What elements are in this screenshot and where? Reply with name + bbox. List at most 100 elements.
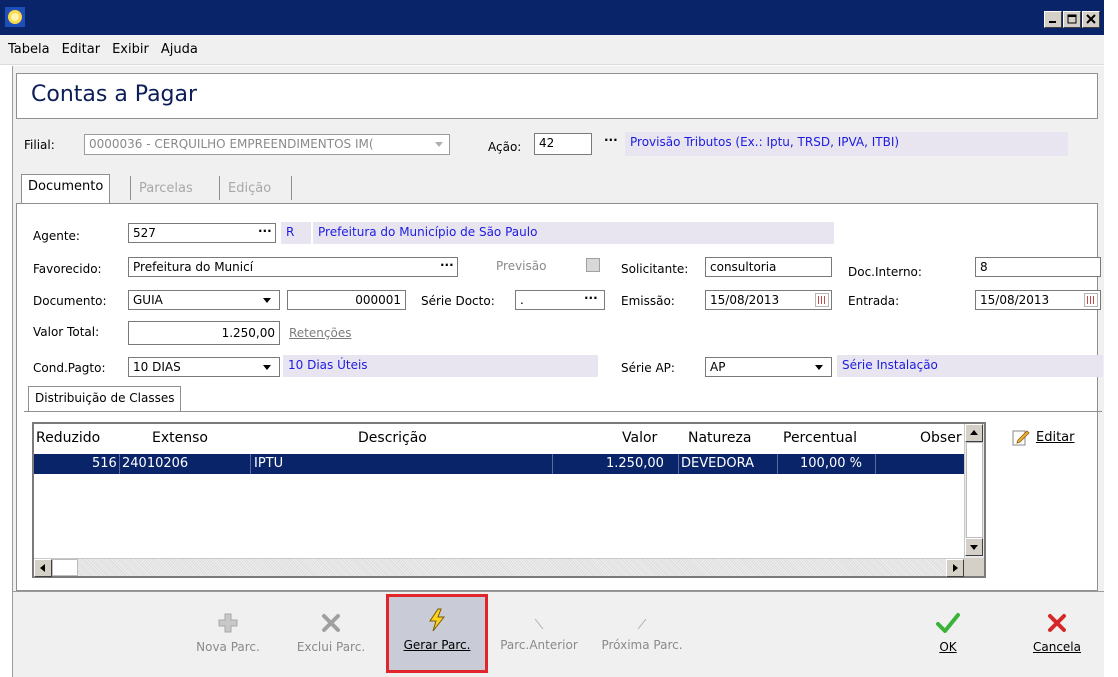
parc-anterior-label: Parc.Anterior: [500, 638, 578, 652]
documento-label: Documento:: [33, 294, 107, 308]
emissao-field[interactable]: 15/08/2013: [705, 290, 832, 310]
favorecido-field[interactable]: Prefeitura do Municí: [128, 257, 458, 277]
tab-divider: [130, 176, 131, 200]
calendar-icon[interactable]: [815, 293, 829, 307]
valor-total-field[interactable]: 1.250,00: [128, 321, 280, 345]
exclui-parc-label: Exclui Parc.: [296, 640, 366, 654]
column-header[interactable]: Valor: [622, 430, 657, 446]
tab-documento[interactable]: Documento: [21, 174, 111, 204]
cell-valor: 1.250,00: [606, 456, 664, 471]
doc-interno-field[interactable]: 8: [975, 257, 1101, 277]
menu-tabela[interactable]: Tabela: [8, 42, 50, 57]
menu-exibir[interactable]: Exibir: [112, 42, 149, 57]
menu-bar: Tabela Editar Exibir Ajuda: [0, 35, 1104, 65]
menu-ajuda[interactable]: Ajuda: [161, 42, 198, 57]
doc-interno-label: Doc.Interno:: [848, 265, 922, 279]
vertical-scrollbar[interactable]: [964, 424, 984, 558]
solicitante-field[interactable]: consultoria: [705, 257, 832, 277]
acao-description: Provisão Tributos (Ex.: Iptu, TRSD, IPVA…: [625, 132, 1068, 156]
filial-label: Filial:: [24, 138, 55, 152]
parc-anterior-button[interactable]: Parc.Anterior: [490, 616, 588, 652]
cell-natureza: DEVEDORA: [681, 456, 754, 471]
gerar-parc-button[interactable]: Gerar Parc.: [392, 608, 482, 652]
nova-parc-button[interactable]: Nova Parc.: [186, 612, 270, 654]
filial-select[interactable]: 0000036 - CERQUILHO EMPREENDIMENTOS IM(: [84, 134, 450, 155]
column-header[interactable]: Obser: [920, 430, 962, 446]
cond-pagto-description: 10 Dias Úteis: [283, 355, 598, 377]
serie-ap-value: AP: [710, 360, 726, 374]
favorecido-lookup-button[interactable]: ···: [440, 258, 454, 272]
valor-total-label: Valor Total:: [33, 325, 100, 339]
agente-lookup-button[interactable]: ···: [258, 224, 272, 238]
arrow-right-icon: [953, 564, 958, 572]
window-edge: [1104, 0, 1118, 677]
cell-separator: [119, 454, 120, 474]
scroll-down-button[interactable]: [965, 538, 983, 556]
cell-separator: [777, 454, 778, 474]
arrow-up-icon: [970, 430, 978, 435]
cell-percentual: 100,00 %: [800, 456, 862, 471]
maximize-button[interactable]: [1063, 11, 1081, 28]
ok-button[interactable]: OK: [928, 612, 968, 654]
lightning-icon: [429, 608, 446, 632]
previsao-checkbox[interactable]: [586, 258, 600, 272]
acao-label: Ação:: [488, 140, 522, 154]
serie-ap-select[interactable]: AP: [705, 357, 832, 377]
plus-icon: [218, 613, 238, 633]
agente-description: Prefeitura do Município de São Paulo: [313, 222, 834, 244]
edit-icon: [1012, 430, 1030, 446]
proxima-parc-button[interactable]: Próxima Parc.: [594, 616, 690, 652]
cond-pagto-value: 10 DIAS: [133, 360, 181, 374]
cond-pagto-label: Cond.Pagto:: [33, 361, 106, 375]
column-header[interactable]: Extenso: [152, 430, 208, 446]
scroll-thumb[interactable]: [52, 559, 78, 576]
column-header[interactable]: Descrição: [358, 430, 427, 446]
tab-divider: [219, 176, 220, 200]
arrow-forward-icon: [637, 618, 647, 630]
retencoes-link[interactable]: Retenções: [289, 326, 351, 340]
entrada-field[interactable]: 15/08/2013: [975, 290, 1101, 310]
menu-editar[interactable]: Editar: [62, 42, 101, 57]
solicitante-label: Solicitante:: [621, 262, 689, 276]
favorecido-label: Favorecido:: [33, 262, 102, 276]
horizontal-scrollbar[interactable]: [34, 558, 964, 577]
column-header[interactable]: Natureza: [688, 430, 751, 446]
serie-ap-label: Série AP:: [621, 361, 675, 375]
chevron-down-icon: [263, 298, 271, 303]
grid-header: Reduzido Extenso Descrição Valor Naturez…: [34, 424, 964, 452]
emissao-label: Emissão:: [621, 294, 675, 308]
tab-edicao[interactable]: Edição: [222, 177, 277, 200]
documento-type-select[interactable]: GUIA: [128, 290, 280, 310]
cancela-button[interactable]: Cancela: [1024, 612, 1090, 654]
agente-type: R: [281, 222, 311, 244]
cancel-x-icon: [1048, 614, 1066, 632]
column-header[interactable]: Percentual: [783, 430, 857, 446]
cell-separator: [678, 454, 679, 474]
calendar-icon[interactable]: [1084, 293, 1098, 307]
proxima-parc-label: Próxima Parc.: [601, 638, 683, 652]
ok-label: OK: [939, 640, 957, 654]
close-button[interactable]: [1082, 11, 1100, 28]
chevron-down-icon: [435, 142, 443, 147]
tab-distribuicao-classes[interactable]: Distribuição de Classes: [28, 386, 182, 412]
agente-field[interactable]: 527: [128, 223, 276, 243]
serie-docto-lookup-button[interactable]: ···: [584, 291, 598, 305]
editar-button[interactable]: Editar: [1012, 428, 1075, 446]
minimize-button[interactable]: [1044, 11, 1062, 28]
cancela-label: Cancela: [1032, 640, 1081, 654]
arrow-down-icon: [970, 545, 978, 550]
tab-parcelas[interactable]: Parcelas: [133, 177, 199, 200]
cell-extenso: 24010206: [122, 456, 189, 471]
cond-pagto-select[interactable]: 10 DIAS: [128, 357, 280, 377]
table-row[interactable]: 516 24010206 IPTU 1.250,00 DEVEDORA 100,…: [34, 454, 964, 474]
documento-number-field[interactable]: 000001: [287, 290, 406, 310]
scroll-right-button[interactable]: [946, 559, 964, 577]
scroll-thumb[interactable]: [966, 442, 983, 538]
acao-field[interactable]: 42: [534, 133, 592, 155]
scroll-up-button[interactable]: [965, 424, 983, 442]
acao-lookup-button[interactable]: ···: [604, 133, 618, 147]
column-header[interactable]: Reduzido: [36, 430, 100, 446]
exclui-parc-button[interactable]: Exclui Parc.: [285, 612, 377, 654]
scroll-left-button[interactable]: [34, 559, 52, 577]
cell-separator: [552, 454, 553, 474]
